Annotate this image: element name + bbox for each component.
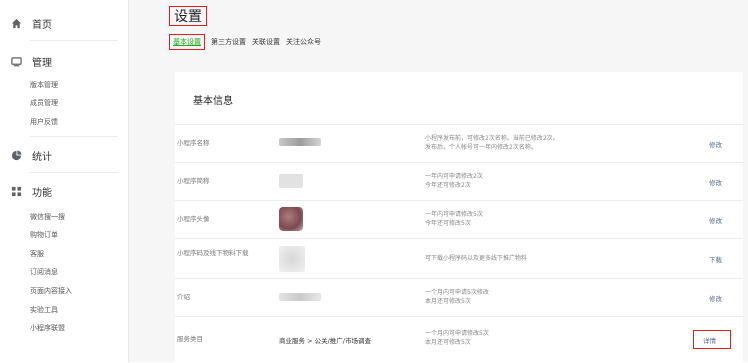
sidebar-item-experiment[interactable]: 实验工具	[30, 305, 58, 315]
sidebar: 首页 管理 版本管理 成员管理 用户反馈 统计 功能 微信搜一搜 购物订单 客服…	[0, 0, 129, 362]
sidebar-item-version[interactable]: 版本管理	[30, 80, 58, 90]
category-value: 商业服务 > 公关/推广/市场调查	[279, 337, 371, 345]
qrcode-thumbnail	[279, 246, 305, 272]
settings-tabs: 基本设置 第三方设置 关联设置 关注公众号	[169, 34, 327, 50]
row-label: 服务类目	[177, 335, 203, 343]
tab-third-party[interactable]: 第三方设置	[211, 37, 246, 47]
avatar	[279, 207, 303, 231]
nav-home[interactable]: 首页	[10, 16, 52, 31]
divider	[30, 136, 118, 137]
tab-basic[interactable]: 基本设置	[169, 34, 205, 50]
edit-name-link[interactable]: 修改	[709, 139, 722, 149]
sidebar-item-orders[interactable]: 购物订单	[30, 230, 58, 240]
sidebar-item-members[interactable]: 成员管理	[30, 98, 58, 108]
main-content: 设置 基本设置 第三方设置 关联设置 关注公众号 基本信息 小程序名称 小程序发…	[129, 0, 748, 362]
info-row-short-name: 小程序简称 一年内可申请修改2次 今年还可修改2次 修改	[175, 162, 743, 201]
edit-intro-link[interactable]: 修改	[709, 293, 722, 303]
nav-stats[interactable]: 统计	[10, 148, 52, 163]
blurred-short-name	[279, 174, 303, 188]
row-label: 介绍	[177, 293, 190, 301]
row-label: 小程序码及线下物料下载	[177, 249, 249, 257]
details-link[interactable]: 详情	[703, 335, 716, 345]
monitor-icon	[10, 56, 22, 68]
row-desc: 一年内可申请修改5次 今年还可修改5次	[425, 211, 483, 227]
basic-info-panel: 基本信息 小程序名称 小程序发布前，可修改2次名称。当前已修改2次。 发布后，个…	[175, 72, 743, 362]
blurred-intro	[279, 293, 321, 301]
info-row-intro: 介绍 一个月内可申请5次修改 本月还可修改5次 修改	[175, 278, 743, 317]
row-label: 小程序头像	[177, 215, 210, 223]
pie-chart-icon	[10, 150, 22, 162]
nav-stats-label: 统计	[32, 152, 52, 163]
sidebar-item-union[interactable]: 小程序联盟	[30, 323, 65, 333]
nav-manage[interactable]: 管理	[10, 54, 52, 69]
divider	[30, 40, 118, 41]
section-title: 基本信息	[193, 96, 233, 107]
nav-home-label: 首页	[32, 20, 52, 31]
info-row-category: 服务类目 商业服务 > 公关/推广/市场调查 一个月内可申请修改5次 本月还可修…	[175, 316, 743, 363]
nav-features-label: 功能	[32, 188, 52, 199]
row-label: 小程序简称	[177, 177, 210, 185]
title-highlight: 设置	[169, 6, 207, 26]
nav-manage-label: 管理	[32, 58, 52, 69]
row-desc: 小程序发布前，可修改2次名称。当前已修改2次。 发布后，个人帐号可一年内修改2次…	[425, 135, 559, 151]
info-row-name: 小程序名称 小程序发布前，可修改2次名称。当前已修改2次。 发布后，个人帐号可一…	[175, 124, 743, 163]
sidebar-item-subscribe[interactable]: 订阅消息	[30, 267, 58, 277]
info-row-qrcode: 小程序码及线下物料下载 可下载小程序码以及更多线下推广物料 下载	[175, 238, 743, 279]
blurred-name	[279, 138, 321, 146]
row-desc: 一年内可申请修改2次 今年还可修改2次	[425, 173, 483, 189]
sidebar-item-feedback[interactable]: 用户反馈	[30, 117, 58, 127]
edit-avatar-link[interactable]: 修改	[709, 215, 722, 225]
tab-related[interactable]: 关联设置	[252, 37, 280, 47]
edit-short-name-link[interactable]: 修改	[709, 177, 722, 187]
home-icon	[10, 18, 22, 30]
sidebar-item-service[interactable]: 客服	[30, 249, 44, 259]
nav-features[interactable]: 功能	[10, 184, 52, 199]
row-desc: 可下载小程序码以及更多线下推广物料	[425, 255, 528, 262]
page-title: 设置	[174, 9, 202, 25]
download-link[interactable]: 下载	[709, 254, 722, 264]
tab-follow[interactable]: 关注公众号	[286, 37, 321, 47]
row-label: 小程序名称	[177, 139, 210, 147]
divider	[30, 172, 118, 173]
sidebar-item-content[interactable]: 页面内容接入	[30, 286, 72, 296]
grid-icon	[10, 186, 22, 198]
row-desc: 一个月内可申请修改5次 本月还可修改5次	[425, 330, 489, 346]
row-desc: 一个月内可申请5次修改 本月还可修改5次	[425, 289, 489, 305]
info-row-avatar: 小程序头像 一年内可申请修改5次 今年还可修改5次 修改	[175, 200, 743, 239]
sidebar-item-search[interactable]: 微信搜一搜	[30, 212, 65, 222]
